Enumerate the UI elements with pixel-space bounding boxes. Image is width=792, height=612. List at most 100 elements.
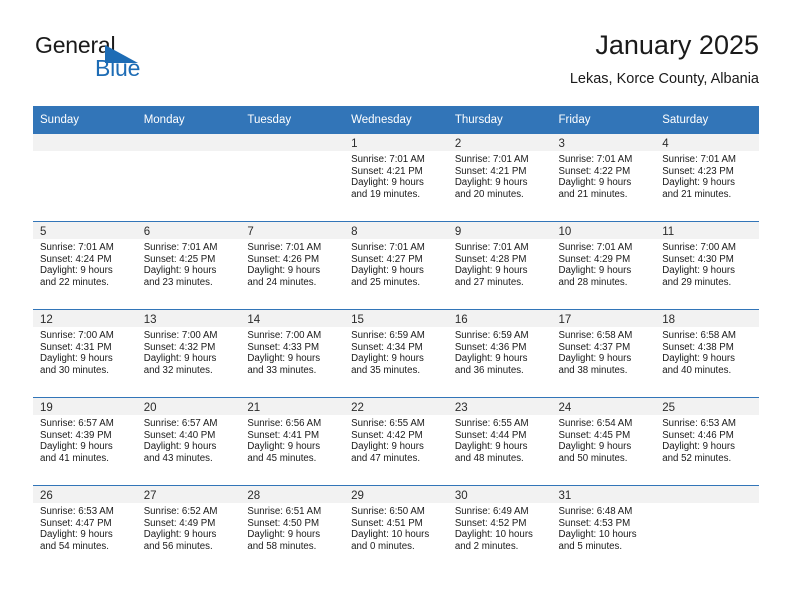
sunrise-text: Sunrise: 6:57 AM bbox=[143, 418, 218, 429]
daylight-text-line2: and 30 minutes. bbox=[40, 364, 109, 376]
day-cell-inner: 23 Sunrise: 6:55 AM Sunset: 4:44 PM Dayligh… bbox=[447, 398, 552, 485]
day-sun-info: Sunrise: 6:59 AM Sunset: 4:34 PM Daylight:… bbox=[344, 327, 448, 376]
calendar-day-cell[interactable]: 28 Sunrise: 6:51 AM Sunset: 4:50 PM Dayligh… bbox=[240, 485, 345, 573]
calendar-day-cell-empty bbox=[655, 485, 759, 573]
daylight-text-line2: and 33 minutes. bbox=[247, 364, 317, 376]
calendar-day-cell[interactable]: 10 Sunrise: 7:01 AM Sunset: 4:29 PM Dayligh… bbox=[551, 221, 656, 310]
calendar-day-cell[interactable]: 30 Sunrise: 6:49 AM Sunset: 4:52 PM Dayligh… bbox=[447, 485, 552, 573]
calendar-day-cell[interactable]: 2 Sunrise: 7:01 AM Sunset: 4:21 PM Daylight… bbox=[447, 134, 552, 222]
day-cell-inner: 20 Sunrise: 6:57 AM Sunset: 4:40 PM Dayligh… bbox=[136, 398, 241, 485]
sunset-text: Sunset: 4:25 PM bbox=[143, 253, 216, 265]
daylight-text-line1: Daylight: 9 hours bbox=[351, 265, 424, 277]
calendar-day-cell[interactable]: 26 Sunrise: 6:53 AM Sunset: 4:47 PM Dayligh… bbox=[33, 485, 137, 573]
calendar-day-cell[interactable]: 23 Sunrise: 6:55 AM Sunset: 4:44 PM Dayligh… bbox=[447, 397, 552, 486]
sunset-text: Sunset: 4:46 PM bbox=[662, 429, 734, 441]
day-number: 7 bbox=[240, 222, 345, 239]
calendar-day-cell[interactable]: 15 Sunrise: 6:59 AM Sunset: 4:34 PM Dayligh… bbox=[344, 309, 448, 398]
sunset-text: Sunset: 4:31 PM bbox=[40, 341, 112, 353]
daylight-text-line1: Daylight: 9 hours bbox=[40, 441, 113, 453]
daylight-text-line1: Daylight: 9 hours bbox=[247, 353, 321, 365]
day-cell-inner: 2 Sunrise: 7:01 AM Sunset: 4:21 PM Daylight… bbox=[447, 134, 552, 221]
daylight-text-line1: Daylight: 9 hours bbox=[143, 353, 217, 365]
day-sun-info: Sunrise: 7:01 AM Sunset: 4:23 PM Daylight:… bbox=[655, 151, 759, 200]
day-number: 14 bbox=[240, 310, 345, 327]
weekday-header-tuesday: Tuesday bbox=[240, 106, 345, 134]
calendar-day-cell[interactable]: 6 Sunrise: 7:01 AM Sunset: 4:25 PM Daylight… bbox=[136, 221, 241, 310]
calendar-day-cell[interactable]: 1 Sunrise: 7:01 AM Sunset: 4:21 PM Daylight… bbox=[344, 134, 448, 222]
daylight-text-line2: and 52 minutes. bbox=[662, 452, 732, 464]
day-cell-inner: 31 Sunrise: 6:48 AM Sunset: 4:53 PM Dayligh… bbox=[551, 486, 656, 573]
daylight-text-line2: and 23 minutes. bbox=[143, 276, 213, 288]
day-sun-info: Sunrise: 6:55 AM Sunset: 4:42 PM Daylight:… bbox=[344, 415, 448, 464]
daylight-text-line2: and 40 minutes. bbox=[662, 364, 732, 376]
calendar-day-cell[interactable]: 9 Sunrise: 7:01 AM Sunset: 4:28 PM Daylight… bbox=[447, 221, 552, 310]
sunset-text: Sunset: 4:22 PM bbox=[558, 165, 631, 177]
calendar-day-cell[interactable]: 19 Sunrise: 6:57 AM Sunset: 4:39 PM Dayligh… bbox=[33, 397, 137, 486]
day-cell-inner: 11 Sunrise: 7:00 AM Sunset: 4:30 PM Dayligh… bbox=[655, 222, 759, 309]
daylight-text-line2: and 27 minutes. bbox=[454, 276, 524, 288]
calendar-day-cell[interactable]: 13 Sunrise: 7:00 AM Sunset: 4:32 PM Dayligh… bbox=[136, 309, 241, 398]
day-cell-inner: 25 Sunrise: 6:53 AM Sunset: 4:46 PM Dayligh… bbox=[655, 398, 759, 485]
sunrise-text: Sunrise: 6:55 AM bbox=[454, 418, 529, 429]
calendar-day-cell[interactable]: 31 Sunrise: 6:48 AM Sunset: 4:53 PM Dayligh… bbox=[551, 485, 656, 573]
calendar-day-cell[interactable]: 3 Sunrise: 7:01 AM Sunset: 4:22 PM Daylight… bbox=[551, 134, 656, 222]
sunset-text: Sunset: 4:38 PM bbox=[662, 341, 734, 353]
calendar-day-cell[interactable]: 21 Sunrise: 6:56 AM Sunset: 4:41 PM Dayligh… bbox=[240, 397, 345, 486]
day-number: 5 bbox=[33, 222, 137, 239]
day-number: 25 bbox=[655, 398, 759, 415]
calendar-week-row: 1 Sunrise: 7:01 AM Sunset: 4:21 PM Daylight… bbox=[33, 134, 759, 222]
calendar-header-row: Sunday Monday Tuesday Wednesday Thursday Frid… bbox=[33, 106, 759, 134]
sunset-text: Sunset: 4:41 PM bbox=[247, 429, 320, 441]
day-cell-inner: 30 Sunrise: 6:49 AM Sunset: 4:52 PM Dayligh… bbox=[447, 486, 552, 573]
calendar-day-cell[interactable]: 16 Sunrise: 6:59 AM Sunset: 4:36 PM Dayligh… bbox=[447, 309, 552, 398]
calendar-day-cell[interactable]: 7 Sunrise: 7:01 AM Sunset: 4:26 PM Daylight… bbox=[240, 221, 345, 310]
calendar-day-cell[interactable]: 8 Sunrise: 7:01 AM Sunset: 4:27 PM Daylight… bbox=[344, 221, 448, 310]
day-sun-info: Sunrise: 7:01 AM Sunset: 4:22 PM Daylight:… bbox=[552, 151, 656, 200]
calendar-day-cell[interactable]: 29 Sunrise: 6:50 AM Sunset: 4:51 PM Dayligh… bbox=[344, 485, 448, 573]
calendar-day-cell[interactable]: 14 Sunrise: 7:00 AM Sunset: 4:33 PM Dayligh… bbox=[240, 309, 345, 398]
day-cell-inner: 6 Sunrise: 7:01 AM Sunset: 4:25 PM Daylight… bbox=[136, 222, 241, 309]
calendar-day-cell[interactable]: 24 Sunrise: 6:54 AM Sunset: 4:45 PM Dayligh… bbox=[551, 397, 656, 486]
calendar-day-cell[interactable]: 25 Sunrise: 6:53 AM Sunset: 4:46 PM Dayligh… bbox=[655, 397, 759, 486]
daylight-text-line2: and 45 minutes. bbox=[247, 452, 317, 464]
calendar-day-cell[interactable]: 4 Sunrise: 7:01 AM Sunset: 4:23 PM Daylight… bbox=[655, 134, 759, 222]
calendar-table: Sunday Monday Tuesday Wednesday Thursday Frid… bbox=[33, 106, 759, 573]
day-number: 17 bbox=[551, 310, 656, 327]
day-number: 30 bbox=[447, 486, 552, 503]
sunrise-text: Sunrise: 6:59 AM bbox=[454, 330, 529, 341]
daylight-text-line1: Daylight: 9 hours bbox=[351, 177, 424, 189]
daylight-text-line2: and 28 minutes. bbox=[558, 276, 628, 288]
calendar-day-cell[interactable]: 5 Sunrise: 7:01 AM Sunset: 4:24 PM Daylight… bbox=[33, 221, 137, 310]
sunrise-text: Sunrise: 7:01 AM bbox=[454, 242, 529, 253]
weekday-header-monday: Monday bbox=[136, 106, 241, 134]
sunset-text: Sunset: 4:53 PM bbox=[558, 517, 631, 529]
sunrise-text: Sunrise: 7:01 AM bbox=[351, 154, 425, 165]
sunrise-text: Sunrise: 6:52 AM bbox=[143, 506, 218, 517]
day-number: 12 bbox=[33, 310, 137, 327]
day-cell-inner: 19 Sunrise: 6:57 AM Sunset: 4:39 PM Dayligh… bbox=[33, 398, 137, 485]
calendar-day-cell[interactable]: 11 Sunrise: 7:00 AM Sunset: 4:30 PM Dayligh… bbox=[655, 221, 759, 310]
daylight-text-line2: and 21 minutes. bbox=[558, 188, 628, 200]
day-number bbox=[33, 134, 137, 151]
sunrise-text: Sunrise: 6:58 AM bbox=[558, 330, 633, 341]
calendar-day-cell[interactable]: 18 Sunrise: 6:58 AM Sunset: 4:38 PM Dayligh… bbox=[655, 309, 759, 398]
sunset-text: Sunset: 4:32 PM bbox=[143, 341, 216, 353]
day-cell-inner: 7 Sunrise: 7:01 AM Sunset: 4:26 PM Daylight… bbox=[240, 222, 345, 309]
calendar-day-cell[interactable]: 22 Sunrise: 6:55 AM Sunset: 4:42 PM Dayligh… bbox=[344, 397, 448, 486]
calendar-day-cell[interactable]: 12 Sunrise: 7:00 AM Sunset: 4:31 PM Dayligh… bbox=[33, 309, 137, 398]
day-sun-info: Sunrise: 7:00 AM Sunset: 4:33 PM Daylight:… bbox=[240, 327, 344, 376]
day-number: 26 bbox=[33, 486, 137, 503]
daylight-text-line2: and 47 minutes. bbox=[351, 452, 421, 464]
general-blue-logo: General Blue bbox=[33, 32, 243, 88]
daylight-text-line2: and 20 minutes. bbox=[454, 188, 524, 200]
day-cell-inner: 18 Sunrise: 6:58 AM Sunset: 4:38 PM Dayligh… bbox=[655, 310, 759, 397]
calendar-day-cell[interactable]: 20 Sunrise: 6:57 AM Sunset: 4:40 PM Dayligh… bbox=[136, 397, 241, 486]
daylight-text-line1: Daylight: 9 hours bbox=[351, 441, 424, 453]
sunrise-text: Sunrise: 6:53 AM bbox=[662, 418, 736, 429]
day-number: 19 bbox=[33, 398, 137, 415]
sunset-text: Sunset: 4:37 PM bbox=[558, 341, 631, 353]
calendar-day-cell[interactable]: 27 Sunrise: 6:52 AM Sunset: 4:49 PM Dayligh… bbox=[136, 485, 241, 573]
day-cell-inner: 24 Sunrise: 6:54 AM Sunset: 4:45 PM Dayligh… bbox=[551, 398, 656, 485]
daylight-text-line1: Daylight: 9 hours bbox=[143, 441, 217, 453]
calendar-day-cell[interactable]: 17 Sunrise: 6:58 AM Sunset: 4:37 PM Dayligh… bbox=[551, 309, 656, 398]
